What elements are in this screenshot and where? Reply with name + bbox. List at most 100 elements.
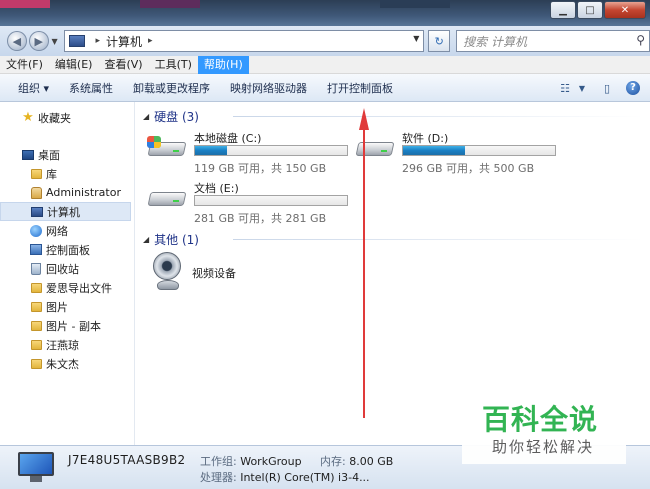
view-options-icon[interactable]: ☷ xyxy=(554,78,576,98)
help-button[interactable]: ? xyxy=(622,78,644,98)
drive-e[interactable]: 文档 (E:) 281 GB 可用，共 281 GB xyxy=(147,180,367,225)
menu-file[interactable]: 文件(F) xyxy=(0,56,49,74)
nav-folder[interactable]: 图片 xyxy=(0,297,131,316)
memory-info: 内存: 8.00 GB xyxy=(320,453,393,469)
refresh-icon: ↻ xyxy=(434,34,444,48)
folder-icon xyxy=(30,339,42,351)
refresh-button[interactable]: ↻ xyxy=(428,30,451,52)
navigation-pane: ★ 收藏夹 桌面 库 Administrator 计算机 网络 控制面板 回收站… xyxy=(0,102,135,445)
drive-c[interactable]: 本地磁盘 (C:) 119 GB 可用，共 150 GB xyxy=(147,130,367,175)
library-icon xyxy=(30,168,42,180)
processor-info: 处理器: Intel(R) Core(TM) i3-4... xyxy=(200,469,370,485)
minimize-button[interactable]: ▁ xyxy=(550,1,576,19)
help-icon: ? xyxy=(626,81,640,95)
nav-label: 计算机 xyxy=(47,205,80,219)
system-drive-icon xyxy=(147,136,187,162)
map-network-drive-button[interactable]: 映射网络驱动器 xyxy=(220,80,317,96)
menu-edit[interactable]: 编辑(E) xyxy=(49,56,99,74)
folder-icon xyxy=(30,320,42,332)
nav-label: Administrator xyxy=(46,186,121,199)
nav-library[interactable]: 库 xyxy=(0,164,131,183)
nav-label: 库 xyxy=(46,167,57,181)
window-controls: ▁ □ ✕ xyxy=(549,1,646,19)
drive-usage-bar xyxy=(402,145,556,156)
nav-label: 朱文杰 xyxy=(46,357,79,371)
computer-monitor-icon xyxy=(18,452,56,484)
nav-favorites[interactable]: ★ 收藏夹 xyxy=(0,108,131,127)
nav-administrator[interactable]: Administrator xyxy=(0,183,131,202)
breadcrumb-chevron-icon[interactable]: ▸ xyxy=(148,36,153,46)
drive-name: 文档 (E:) xyxy=(194,182,239,195)
group-header-hard-disks[interactable]: ◢ 硬盘 (3) xyxy=(143,108,643,125)
view-dropdown-icon[interactable]: ▼ xyxy=(576,78,588,98)
drive-space-info: 281 GB 可用，共 281 GB xyxy=(194,212,327,225)
maximize-button[interactable]: □ xyxy=(577,1,603,19)
computer-name: J7E48U5TAASB9B2 xyxy=(68,453,186,467)
system-properties-button[interactable]: 系统属性 xyxy=(59,80,123,96)
search-placeholder: 搜索 计算机 xyxy=(463,34,527,49)
search-icon[interactable]: ⚲ xyxy=(636,33,645,47)
workgroup-value: WorkGroup xyxy=(240,455,302,468)
nav-desktop[interactable]: 桌面 xyxy=(0,145,131,164)
drive-usage-bar xyxy=(194,195,348,206)
drive-d[interactable]: 软件 (D:) 296 GB 可用，共 500 GB xyxy=(355,130,585,175)
title-bar: ▁ □ ✕ xyxy=(0,0,650,26)
watermark-title: 百科全说 xyxy=(482,403,599,436)
processor-label: 处理器: xyxy=(200,471,237,484)
network-icon xyxy=(30,224,42,237)
nav-folder[interactable]: 爱思导出文件 xyxy=(0,278,131,297)
nav-folder[interactable]: 图片 - 副本 xyxy=(0,316,131,335)
group-title: 硬盘 (3) xyxy=(154,110,199,124)
menu-view[interactable]: 查看(V) xyxy=(98,56,148,74)
collapse-triangle-icon[interactable]: ◢ xyxy=(143,235,149,244)
address-bar[interactable]: ▸ 计算机 ▸ ▼ xyxy=(64,30,425,52)
nav-computer[interactable]: 计算机 xyxy=(0,202,131,221)
drive-name: 本地磁盘 (C:) xyxy=(194,132,262,145)
folder-icon xyxy=(30,282,42,294)
view-controls: ☷ ▼ ▯ ? xyxy=(554,78,650,98)
star-icon: ★ xyxy=(22,110,34,125)
nav-label: 图片 xyxy=(46,300,68,314)
address-dropdown-icon[interactable]: ▼ xyxy=(413,34,419,43)
close-button[interactable]: ✕ xyxy=(604,1,646,19)
recycle-bin-icon xyxy=(30,262,42,275)
uninstall-program-button[interactable]: 卸载或更改程序 xyxy=(123,80,220,96)
menu-help[interactable]: 帮助(H) xyxy=(197,55,249,74)
menu-bar: 文件(F) 编辑(E) 查看(V) 工具(T) 帮助(H) xyxy=(0,55,650,74)
drive-name: 软件 (D:) xyxy=(402,132,449,145)
memory-label: 内存: xyxy=(320,455,346,468)
forward-button[interactable]: ▶ xyxy=(28,31,49,51)
nav-folder[interactable]: 朱文杰 xyxy=(0,354,131,373)
nav-recycle-bin[interactable]: 回收站 xyxy=(0,259,131,278)
breadcrumb-chevron-icon[interactable]: ▸ xyxy=(95,36,100,46)
breadcrumb-computer[interactable]: 计算机 xyxy=(106,33,142,50)
watermark-subtitle: 助你轻松解决 xyxy=(492,438,595,456)
webcam-icon[interactable] xyxy=(153,252,183,292)
open-control-panel-button[interactable]: 打开控制面板 xyxy=(317,80,403,96)
nav-control-panel[interactable]: 控制面板 xyxy=(0,240,131,259)
nav-label: 桌面 xyxy=(38,148,60,162)
nav-folder[interactable]: 汪燕琼 xyxy=(0,335,131,354)
nav-label: 爱思导出文件 xyxy=(46,281,112,295)
taskbar-thumbnail-strip xyxy=(0,0,50,8)
group-divider xyxy=(233,239,643,240)
back-button[interactable]: ◀ xyxy=(7,31,27,51)
preview-pane-icon[interactable]: ▯ xyxy=(596,78,618,98)
taskbar-thumbnail-strip xyxy=(140,0,200,8)
drive-space-info: 119 GB 可用，共 150 GB xyxy=(194,162,327,175)
taskbar-thumbnail-strip xyxy=(380,0,450,8)
search-input[interactable]: 搜索 计算机 ⚲ xyxy=(456,30,650,52)
computer-icon xyxy=(31,206,43,218)
drive-usage-bar xyxy=(194,145,348,156)
organize-button[interactable]: 组织 ▾ xyxy=(0,80,59,96)
user-folder-icon xyxy=(30,186,42,199)
video-device-label[interactable]: 视频设备 xyxy=(192,265,236,281)
nav-label: 图片 - 副本 xyxy=(46,319,101,333)
recent-pages-dropdown[interactable]: ▼ xyxy=(49,37,61,46)
nav-label: 汪燕琼 xyxy=(46,338,79,352)
group-header-other[interactable]: ◢ 其他 (1) xyxy=(143,231,643,248)
collapse-triangle-icon[interactable]: ◢ xyxy=(143,112,149,121)
menu-tools[interactable]: 工具(T) xyxy=(149,56,198,74)
nav-network[interactable]: 网络 xyxy=(0,221,131,240)
hard-drive-icon xyxy=(147,186,187,212)
